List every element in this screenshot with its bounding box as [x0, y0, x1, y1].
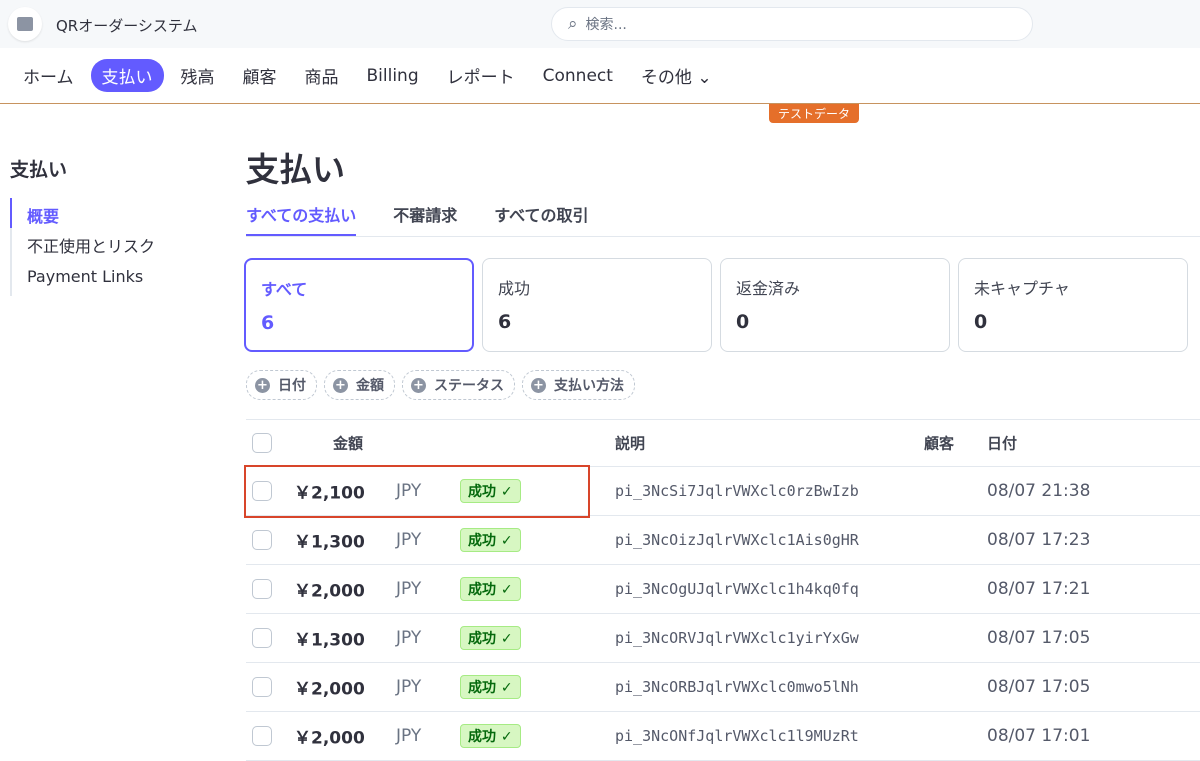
date: 08/07 17:23	[987, 530, 1091, 550]
description: pi_3NcOgUJqlrVWXclc1h4kq0fq	[615, 580, 859, 598]
sidebar-title: 支払い	[10, 159, 68, 181]
nav-connect[interactable]: Connect	[532, 62, 624, 90]
card-uncaptured[interactable]: 未キャプチャ 0	[958, 258, 1188, 352]
description: pi_3NcORBJqlrVWXclc0mwo5lNh	[615, 678, 859, 696]
description: pi_3NcOizJqlrVWXclc1Ais0gHR	[615, 531, 859, 549]
test-data-badge: テストデータ	[769, 104, 860, 123]
tab-disputes[interactable]: 不審請求	[393, 200, 457, 236]
filter-payment-method[interactable]: + 支払い方法	[522, 370, 635, 400]
card-value: 0	[736, 311, 750, 333]
card-refunded[interactable]: 返金済み 0	[720, 258, 950, 352]
status-badge: 成功 ✓	[460, 528, 521, 552]
main-nav: ホーム 支払い 残高 顧客 商品 Billing レポート Connect その…	[0, 48, 1200, 104]
status-badge: 成功 ✓	[460, 724, 521, 748]
filter-label: 日付	[278, 378, 306, 394]
card-value: 0	[974, 311, 988, 333]
nav-products[interactable]: 商品	[294, 59, 350, 92]
select-all-checkbox[interactable]	[252, 433, 272, 453]
account-name[interactable]: QRオーダーシステム	[56, 15, 197, 36]
card-succeeded[interactable]: 成功 6	[482, 258, 712, 352]
card-label: 未キャプチャ	[974, 279, 1070, 298]
filter-amount[interactable]: + 金額	[324, 370, 395, 400]
date: 08/07 17:01	[987, 726, 1091, 746]
nav-balance[interactable]: 残高	[170, 59, 226, 92]
amount: ￥2,000	[294, 728, 365, 749]
table-row[interactable]: ￥2,000 JPY 成功 ✓ pi_3NcORBJqlrVWXclc0mwo5…	[246, 663, 1200, 712]
sidebar: 支払い 概要 不正使用とリスク Payment Links	[10, 155, 155, 296]
status-badge: 成功 ✓	[460, 675, 521, 699]
chevron-down-icon: ⌄	[697, 68, 712, 88]
amount: ￥2,000	[294, 581, 365, 602]
date: 08/07 17:05	[987, 628, 1091, 648]
row-checkbox[interactable]	[252, 579, 272, 599]
date: 08/07 21:38	[987, 481, 1091, 501]
filter-status[interactable]: + ステータス	[402, 370, 515, 400]
search-placeholder: 検索...	[585, 17, 627, 33]
page-title: 支払い	[246, 150, 345, 189]
card-value: 6	[498, 311, 512, 333]
filters: + 日付 + 金額 + ステータス + 支払い方法	[246, 370, 642, 400]
nav-more-label: その他	[640, 68, 692, 88]
nav-more[interactable]: その他 ⌄	[630, 59, 723, 92]
nav-reports[interactable]: レポート	[436, 59, 526, 92]
plus-circle-icon: +	[333, 377, 348, 393]
filter-label: ステータス	[434, 378, 504, 394]
date: 08/07 17:21	[987, 579, 1091, 599]
sidebar-item-payment-links[interactable]: Payment Links	[10, 258, 155, 296]
nav-customers[interactable]: 顧客	[232, 59, 288, 92]
card-label: 成功	[498, 279, 531, 298]
card-all[interactable]: すべて 6	[244, 258, 474, 352]
status-badge: 成功 ✓	[460, 577, 521, 601]
plus-circle-icon: +	[411, 377, 426, 393]
plus-circle-icon: +	[531, 377, 546, 393]
tab-all-payments[interactable]: すべての支払い	[246, 200, 357, 236]
currency: JPY	[396, 677, 422, 697]
table-header: 金額 説明 顧客 日付	[246, 420, 1200, 467]
row-checkbox[interactable]	[252, 677, 272, 697]
table-row[interactable]: ￥1,300 JPY 成功 ✓ pi_3NcORVJqlrVWXclc1yirY…	[246, 614, 1200, 663]
filter-label: 金額	[356, 378, 384, 394]
description: pi_3NcONfJqlrVWXclc1l9MUzRt	[615, 727, 859, 745]
filter-date[interactable]: + 日付	[246, 370, 317, 400]
plus-circle-icon: +	[255, 377, 270, 393]
currency: JPY	[396, 530, 422, 550]
highlight-box	[244, 465, 590, 518]
amount: ￥1,300	[294, 532, 365, 553]
description: pi_3NcSi7JqlrVWXclc0rzBwIzb	[615, 482, 859, 500]
date: 08/07 17:05	[987, 677, 1091, 697]
row-checkbox[interactable]	[252, 726, 272, 746]
currency: JPY	[396, 628, 422, 648]
card-label: 返金済み	[736, 279, 801, 298]
table-row[interactable]: ￥1,300 JPY 成功 ✓ pi_3NcOizJqlrVWXclc1Ais0…	[246, 516, 1200, 565]
tabs: すべての支払い 不審請求 すべての取引	[246, 200, 1200, 237]
nav-billing[interactable]: Billing	[356, 62, 430, 90]
tab-all-transactions[interactable]: すべての取引	[494, 200, 588, 236]
status-badge: 成功 ✓	[460, 626, 521, 650]
search-input[interactable]: ⌕ 検索...	[551, 7, 1033, 41]
row-checkbox[interactable]	[252, 628, 272, 648]
table-row[interactable]: ￥2,000 JPY 成功 ✓ pi_3NcONfJqlrVWXclc1l9MU…	[246, 712, 1200, 761]
header-customer: 顧客	[924, 434, 955, 453]
description: pi_3NcORVJqlrVWXclc1yirYxGw	[615, 629, 859, 647]
currency: JPY	[396, 726, 422, 746]
header-amount: 金額	[333, 434, 364, 453]
nav-home[interactable]: ホーム	[12, 59, 85, 92]
nav-payments[interactable]: 支払い	[90, 59, 164, 92]
amount: ￥1,300	[294, 630, 365, 651]
header-date: 日付	[987, 434, 1018, 453]
sidebar-item-fraud-risk[interactable]: 不正使用とリスク	[10, 228, 155, 266]
amount: ￥2,000	[294, 679, 365, 700]
table-row[interactable]: ￥2,000 JPY 成功 ✓ pi_3NcOgUJqlrVWXclc1h4kq…	[246, 565, 1200, 614]
status-cards: すべて 6 成功 6 返金済み 0 未キャプチャ 0	[244, 258, 1188, 352]
filter-label: 支払い方法	[554, 378, 624, 394]
card-value: 6	[261, 312, 275, 334]
top-bar: QRオーダーシステム ⌕ 検索...	[0, 0, 1200, 48]
row-checkbox[interactable]	[252, 530, 272, 550]
card-label: すべて	[261, 280, 308, 299]
currency: JPY	[396, 579, 422, 599]
search-icon: ⌕	[568, 14, 578, 34]
store-logo-icon[interactable]	[8, 7, 42, 41]
header-description: 説明	[615, 434, 646, 453]
